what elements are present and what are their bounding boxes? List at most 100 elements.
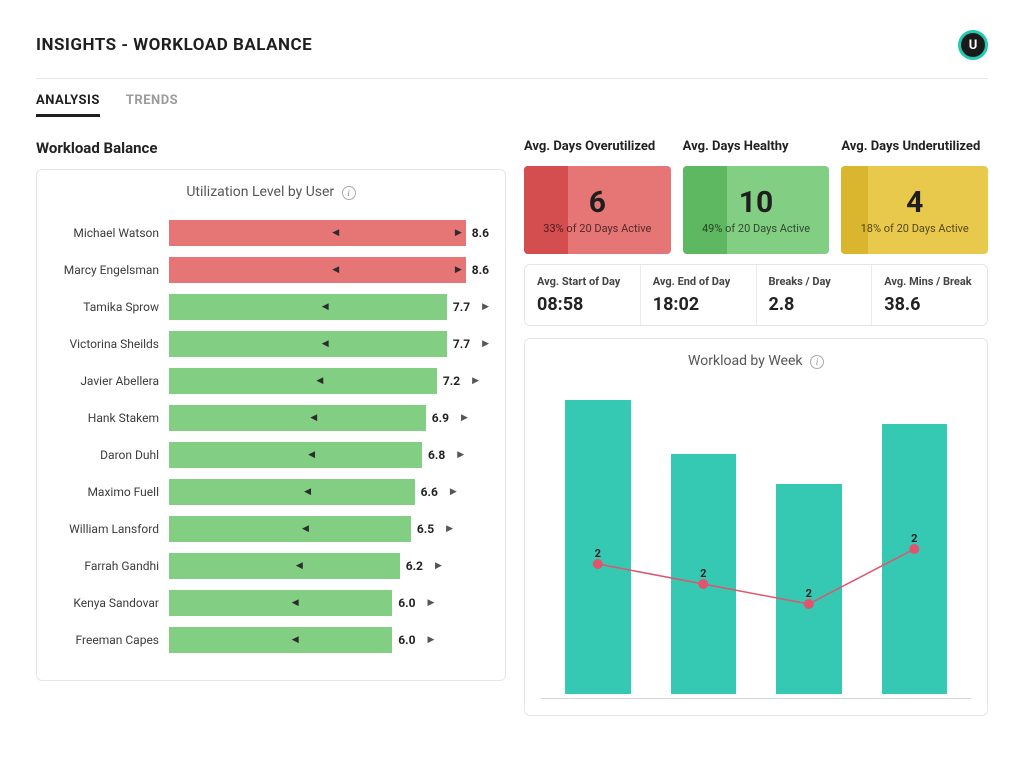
week-line-value: 2 — [595, 547, 601, 560]
kpi-over-sub: 33% of 20 Days Active — [543, 222, 651, 235]
stat-start-value: 08:58 — [537, 294, 628, 315]
stat-start-label: Avg. Start of Day — [537, 275, 628, 288]
utilization-bar-track: ◀ 7.7 ▶ — [169, 331, 489, 357]
tab-trends[interactable]: TRENDS — [126, 93, 178, 117]
caret-right-icon: ▶ — [428, 635, 435, 645]
utilization-bar-fill: ◀ — [169, 331, 447, 357]
utilization-bar-value: 6.0 — [398, 633, 415, 647]
utilization-bar-value: 6.2 — [406, 559, 423, 573]
utilization-bar-track: ◀ 7.7 ▶ — [169, 294, 489, 320]
stat-breaks: Breaks / Day 2.8 — [757, 265, 873, 325]
tabs: ANALYSIS TRENDS — [36, 93, 988, 117]
stat-mins-label: Avg. Mins / Break — [884, 275, 975, 288]
stats-row: Avg. Start of Day 08:58 Avg. End of Day … — [524, 264, 988, 326]
utilization-bar-fill: ◀▶ — [169, 220, 466, 246]
stat-end-value: 18:02 — [653, 294, 744, 315]
caret-left-icon: ◀ — [302, 524, 309, 534]
utilization-user-label: Michael Watson — [53, 226, 169, 240]
utilization-bar-row: Michael Watson◀▶ 8.6 — [53, 220, 489, 246]
utilization-bar-value: 7.7 — [453, 300, 470, 314]
page-header: INSIGHTS - WORKLOAD BALANCE U — [36, 30, 988, 79]
tab-analysis[interactable]: ANALYSIS — [36, 93, 100, 117]
caret-right-icon: ▶ — [455, 228, 462, 238]
utilization-bar-row: Tamika Sprow◀ 7.7 ▶ — [53, 294, 489, 320]
utilization-bar-track: ◀▶ 8.6 — [169, 220, 489, 246]
caret-left-icon: ◀ — [308, 450, 315, 460]
utilization-user-label: Victorina Sheilds — [53, 337, 169, 351]
caret-left-icon: ◀ — [316, 376, 323, 386]
utilization-bar-value: 6.9 — [432, 411, 449, 425]
kpi-healthy-title: Avg. Days Healthy — [683, 139, 830, 154]
caret-left-icon: ◀ — [292, 598, 299, 608]
kpi-under-sub: 18% of 20 Days Active — [861, 222, 969, 235]
utilization-bar-row: Daron Duhl◀6.8▶ — [53, 442, 489, 468]
caret-right-icon: ▶ — [472, 376, 479, 386]
week-line-value: 2 — [911, 532, 917, 545]
caret-right-icon: ▶ — [457, 450, 464, 460]
utilization-bar-track: ◀ 6.8 ▶ — [169, 442, 489, 468]
workload-week-chart: 2 2 2 2 — [541, 389, 971, 699]
stat-end: Avg. End of Day 18:02 — [641, 265, 757, 325]
utilization-user-label: Kenya Sandovar — [53, 596, 169, 610]
utilization-bars: Michael Watson◀▶8.6Marcy Engelsman◀▶8.6T… — [53, 220, 489, 653]
workload-balance-title: Workload Balance — [36, 139, 506, 157]
utilization-bar-fill: ◀ — [169, 368, 437, 394]
utilization-bar-fill: ◀ — [169, 553, 400, 579]
caret-right-icon: ▶ — [455, 265, 462, 275]
utilization-bar-row: William Lansford ◀ 6.5 ▶ — [53, 516, 489, 542]
kpi-over-shade — [524, 166, 568, 254]
utilization-user-label: Marcy Engelsman — [53, 263, 169, 277]
caret-left-icon: ◀ — [304, 487, 311, 497]
caret-right-icon: ▶ — [482, 302, 489, 312]
utilization-bar-value: 6.0 — [398, 596, 415, 610]
utilization-bar-value: 6.5 — [417, 522, 434, 536]
kpi-under-title: Avg. Days Underutilized — [841, 139, 988, 154]
utilization-bar-track: ◀ ▶ 8.6 — [169, 257, 489, 283]
utilization-chart-title-text: Utilization Level by User — [186, 184, 334, 200]
kpi-healthy-shade — [683, 166, 727, 254]
kpi-under-tile: 4 18% of 20 Days Active — [841, 166, 988, 254]
utilization-bar-value: 8.6 — [472, 263, 489, 277]
avatar[interactable]: U — [958, 30, 988, 60]
utilization-bar-value: 7.7 — [453, 337, 470, 351]
utilization-bar-fill: ◀ — [169, 590, 392, 616]
kpi-healthy-value: 10 — [739, 185, 773, 220]
caret-left-icon: ◀ — [292, 635, 299, 645]
caret-right-icon: ▶ — [435, 561, 442, 571]
week-line-value: 2 — [806, 587, 812, 600]
utilization-bar-fill: ◀ — [169, 627, 392, 653]
utilization-bar-track: ◀ 6.0 ▶ — [169, 627, 489, 653]
info-icon[interactable]: i — [810, 355, 824, 369]
caret-left-icon: ◀ — [310, 413, 317, 423]
kpi-over-value: 6 — [589, 185, 606, 220]
utilization-bar-row: Maximo Fuell◀6.6▶ — [53, 479, 489, 505]
utilization-user-label: William Lansford — [53, 522, 169, 536]
utilization-user-label: Maximo Fuell — [53, 485, 169, 499]
utilization-bar-value: 7.2 — [443, 374, 460, 388]
page-title: INSIGHTS - WORKLOAD BALANCE — [36, 35, 312, 55]
workload-week-title: Workload by Week i — [541, 353, 971, 369]
utilization-bar-fill: ◀ — [169, 294, 447, 320]
caret-left-icon: ◀ — [322, 339, 329, 349]
kpi-row: Avg. Days Overutilized 6 33% of 20 Days … — [524, 139, 988, 254]
week-bar — [882, 424, 948, 694]
utilization-bar-row: Farrah Gandhi◀6.2▶ — [53, 553, 489, 579]
utilization-bar-value: 8.6 — [472, 226, 489, 240]
utilization-bar-fill: ◀ — [169, 442, 422, 468]
utilization-bar-value: 6.8 — [428, 448, 445, 462]
caret-left-icon: ◀ — [332, 265, 339, 275]
utilization-bar-row: Javier Abellera◀7.2▶ — [53, 368, 489, 394]
utilization-bar-fill: ◀ — [169, 516, 411, 542]
caret-right-icon: ▶ — [482, 339, 489, 349]
utilization-user-label: Hank Stakem — [53, 411, 169, 425]
utilization-user-label: Tamika Sprow — [53, 300, 169, 314]
kpi-under-shade — [841, 166, 867, 254]
info-icon[interactable]: i — [342, 186, 356, 200]
caret-right-icon: ▶ — [446, 524, 453, 534]
utilization-bar-track: ◀ 6.5 ▶ — [169, 516, 489, 542]
kpi-healthy-tile: 10 49% of 20 Days Active — [683, 166, 830, 254]
utilization-bar-row: Hank Stakem◀6.9▶ — [53, 405, 489, 431]
stat-mins: Avg. Mins / Break 38.6 — [872, 265, 987, 325]
kpi-over-tile: 6 33% of 20 Days Active — [524, 166, 671, 254]
week-line-value: 2 — [700, 567, 706, 580]
